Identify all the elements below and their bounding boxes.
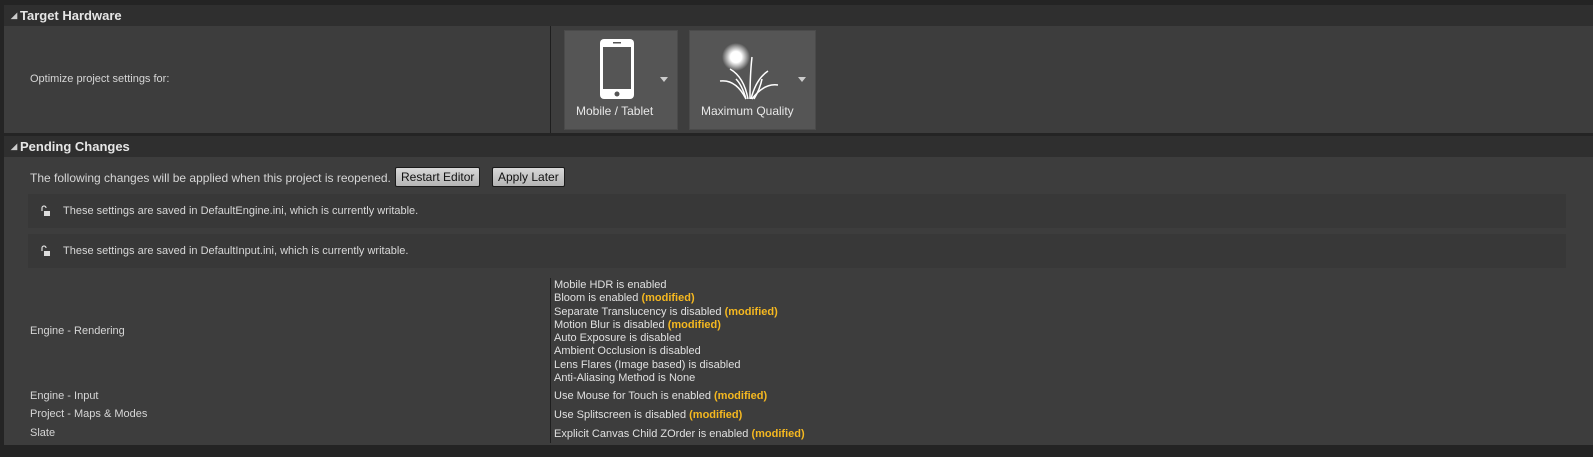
change-list-slate: Explicit Canvas Child ZOrder is enabled … <box>554 428 805 441</box>
change-item: Anti-Aliasing Method is None <box>554 372 778 385</box>
change-item: Separate Translucency is disabled (modif… <box>554 306 778 319</box>
change-item: Explicit Canvas Child ZOrder is enabled … <box>554 428 805 441</box>
change-text: Auto Exposure is disabled <box>554 332 682 345</box>
platform-dropdown[interactable]: Mobile / Tablet <box>564 30 678 130</box>
section-title: Pending Changes <box>20 139 130 154</box>
modified-tag: (modified) <box>751 428 805 440</box>
change-text: Explicit Canvas Child ZOrder is enabled <box>554 428 749 440</box>
change-item: Lens Flares (Image based) is disabled <box>554 359 778 372</box>
modified-tag: (modified) <box>714 390 768 402</box>
change-text: Bloom is enabled <box>554 292 639 305</box>
phone-icon <box>600 39 634 99</box>
change-text: Ambient Occlusion is disabled <box>554 345 701 358</box>
platform-label: Mobile / Tablet <box>576 104 654 118</box>
config-info-input: These settings are saved in DefaultInput… <box>28 234 1566 268</box>
pending-message: The following changes will be applied wh… <box>30 171 391 185</box>
category-label: Project - Maps & Modes <box>30 408 148 420</box>
chevron-down-icon <box>660 77 668 82</box>
change-text: Motion Blur is disabled <box>554 318 665 331</box>
apply-later-button[interactable]: Apply Later <box>492 167 565 187</box>
column-divider[interactable] <box>550 278 551 443</box>
optimize-label: Optimize project settings for: <box>30 73 170 85</box>
collapse-triangle-icon[interactable]: ◢ <box>11 136 17 157</box>
info-text: These settings are saved in DefaultEngin… <box>63 205 419 217</box>
change-item: Bloom is enabled (modified) <box>554 292 778 305</box>
category-label: Slate <box>30 427 56 439</box>
modified-tag: (modified) <box>641 292 695 305</box>
change-item: Auto Exposure is disabled <box>554 332 778 345</box>
modified-tag: (modified) <box>724 305 778 318</box>
category-label: Engine - Rendering <box>30 325 125 337</box>
modified-tag: (modified) <box>667 318 721 331</box>
restart-editor-button[interactable]: Restart Editor <box>395 167 481 187</box>
change-text: Use Mouse for Touch is enabled <box>554 390 711 402</box>
change-text: Mobile HDR is enabled <box>554 279 667 291</box>
change-item: Use Splitscreen is disabled (modified) <box>554 409 742 422</box>
change-list-input: Use Mouse for Touch is enabled (modified… <box>554 390 767 403</box>
change-item: Motion Blur is disabled (modified) <box>554 319 778 332</box>
sun-grass-icon <box>719 43 779 100</box>
chevron-down-icon <box>798 77 806 82</box>
section-header-pending-changes[interactable]: ◢ Pending Changes <box>4 136 1593 157</box>
change-list-maps: Use Splitscreen is disabled (modified) <box>554 409 742 422</box>
unlock-icon <box>41 205 50 216</box>
quality-dropdown[interactable]: Maximum Quality <box>689 30 816 130</box>
section-header-target-hardware[interactable]: ◢ Target Hardware <box>4 5 1593 26</box>
info-text: These settings are saved in DefaultInput… <box>63 245 409 257</box>
unlock-icon <box>41 245 50 256</box>
change-text: Separate Translucency is disabled <box>554 305 722 318</box>
modified-tag: (modified) <box>689 409 743 421</box>
config-info-engine: These settings are saved in DefaultEngin… <box>28 194 1566 228</box>
change-item: Mobile HDR is enabled <box>554 279 778 292</box>
column-divider[interactable] <box>550 26 551 133</box>
change-item: Ambient Occlusion is disabled <box>554 345 778 358</box>
change-list-rendering: Mobile HDR is enabled Bloom is enabled (m… <box>554 279 778 385</box>
collapse-triangle-icon[interactable]: ◢ <box>11 5 17 26</box>
change-text: Lens Flares (Image based) is disabled <box>554 358 741 371</box>
section-title: Target Hardware <box>20 8 122 23</box>
change-text: Use Splitscreen is disabled <box>554 409 687 421</box>
change-item: Use Mouse for Touch is enabled (modified… <box>554 390 767 403</box>
change-text: Anti-Aliasing Method is None <box>554 372 696 385</box>
quality-label: Maximum Quality <box>701 104 794 118</box>
category-label: Engine - Input <box>30 390 99 402</box>
